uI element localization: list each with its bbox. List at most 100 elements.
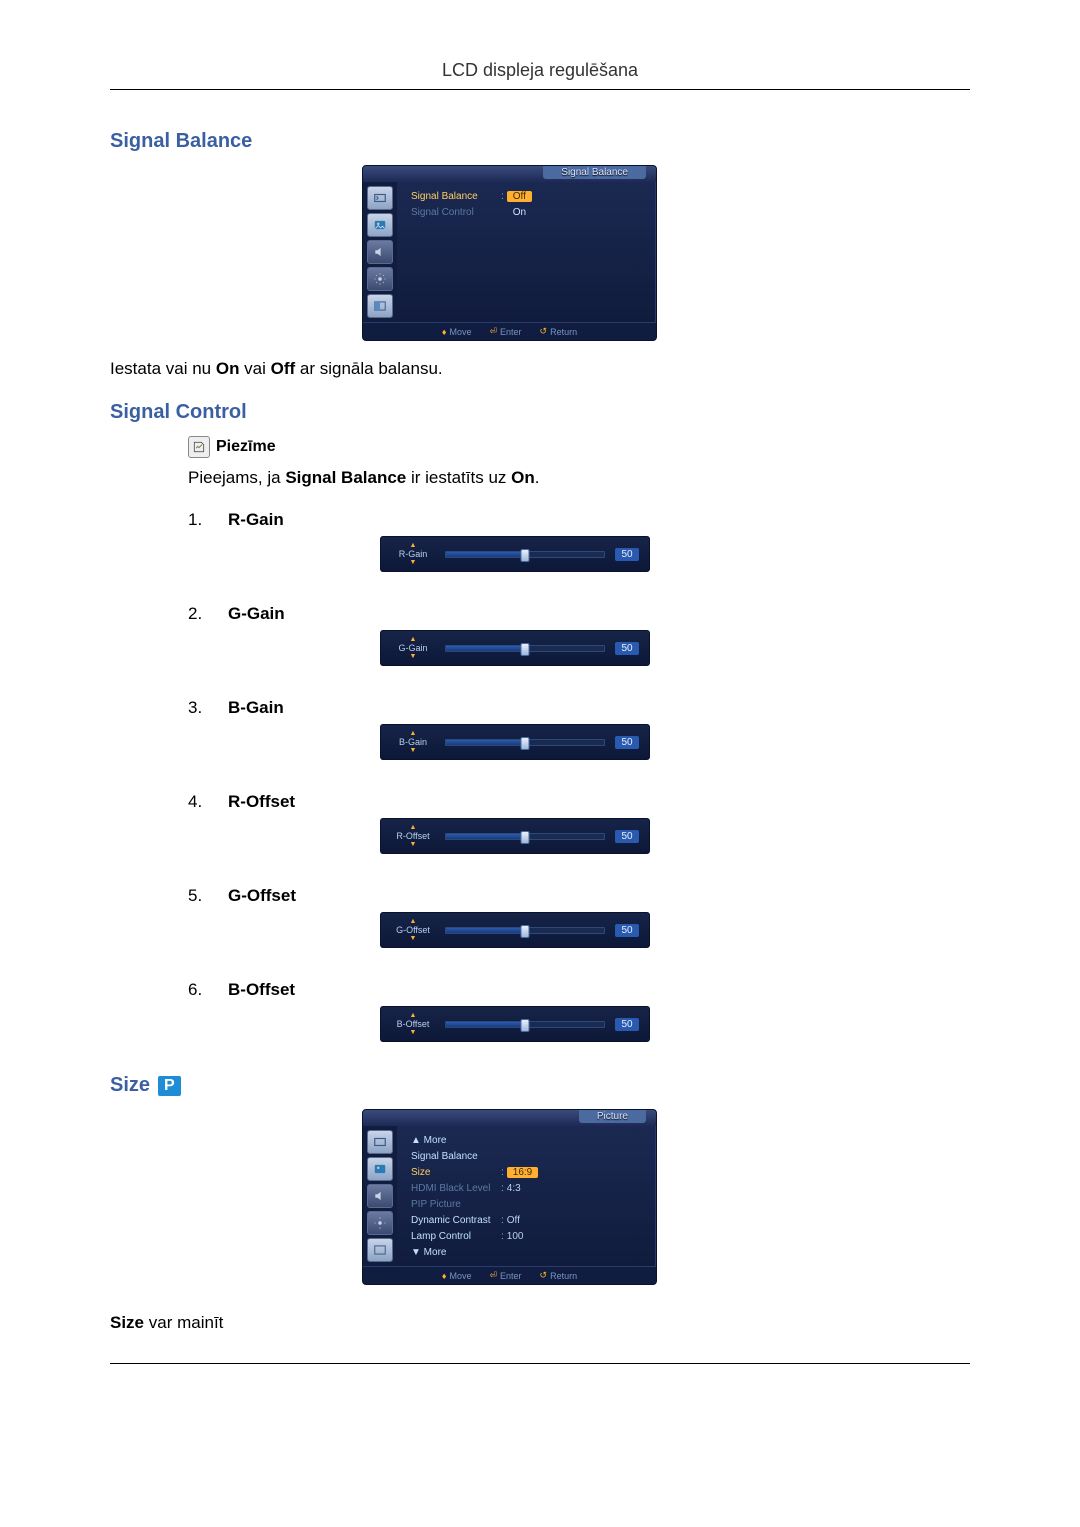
- list-number: 3.: [188, 698, 210, 718]
- slider-label-col: ▲B-Offset▼: [391, 1013, 435, 1036]
- option-on[interactable]: On: [507, 207, 532, 218]
- control-item-row: 1.R-Gain: [188, 510, 970, 530]
- slider-track[interactable]: [445, 551, 605, 558]
- slider-track[interactable]: [445, 833, 605, 840]
- osd-picture: Picture ▲ MoreSignal BalanceSize:16:9HDM…: [362, 1109, 657, 1285]
- osd-sidebar: [363, 182, 397, 322]
- slider-label: R-Gain: [399, 549, 428, 560]
- slider-fill: [446, 646, 525, 651]
- input-icon[interactable]: [367, 1130, 393, 1154]
- footer-move: ♦Move: [442, 1270, 472, 1281]
- osd-sidebar: [363, 1126, 397, 1266]
- osd-row[interactable]: PIP Picture: [411, 1196, 646, 1212]
- sound-icon[interactable]: [367, 1184, 393, 1208]
- osd-label: Signal Balance: [411, 1151, 501, 1162]
- osd-footer: ♦Move ⏎Enter ↺Return: [363, 322, 656, 340]
- down-arrow-icon: ▼: [410, 1030, 417, 1036]
- updown-icon: ♦: [442, 1271, 447, 1281]
- footer-move: ♦Move: [442, 326, 472, 337]
- note-label: Piezīme: [216, 438, 276, 456]
- slider-fill: [446, 552, 525, 557]
- osd-row[interactable]: HDMI Black Level:4:3: [411, 1180, 646, 1196]
- t: Pieejams, ja: [188, 468, 285, 487]
- control-item: 2.G-Gain▲G-Gain▼50: [188, 604, 970, 666]
- enter-icon: ⏎: [489, 1270, 497, 1281]
- updown-icon: ♦: [442, 327, 447, 337]
- osd-footer: ♦Move ⏎Enter ↺Return: [363, 1266, 656, 1284]
- osd-content: Signal Balance : Off Signal Control : On: [397, 182, 656, 322]
- osd-row-signal-control[interactable]: Signal Control : On: [411, 204, 646, 220]
- slider-label-col: ▲G-Offset▼: [391, 919, 435, 942]
- picture-icon[interactable]: [367, 1157, 393, 1181]
- osd-row[interactable]: Dynamic Contrast:Off: [411, 1212, 646, 1228]
- slider-value: 50: [615, 642, 639, 655]
- setup-icon[interactable]: [367, 267, 393, 291]
- input-icon[interactable]: [367, 186, 393, 210]
- slider-thumb[interactable]: [521, 831, 530, 844]
- osd-value: 4:3: [507, 1183, 521, 1194]
- slider-fill: [446, 740, 525, 745]
- osd-body: Signal Balance : Off Signal Control : On: [363, 182, 656, 322]
- footer-return: ↺Return: [540, 326, 578, 337]
- slider-thumb[interactable]: [521, 925, 530, 938]
- heading-signal-balance: Signal Balance: [110, 130, 970, 153]
- slider-value: 50: [615, 830, 639, 843]
- slider-panel: ▲R-Offset▼50: [380, 818, 650, 854]
- list-label: B-Offset: [228, 980, 295, 1000]
- down-arrow-icon: ▼: [410, 748, 417, 754]
- osd-row[interactable]: Lamp Control:100: [411, 1228, 646, 1244]
- slider-label-col: ▲G-Gain▼: [391, 637, 435, 660]
- note: Piezīme: [188, 436, 970, 458]
- slider-track[interactable]: [445, 927, 605, 934]
- slider-value: 50: [615, 924, 639, 937]
- colon: :: [501, 1215, 504, 1226]
- picture-icon[interactable]: [367, 213, 393, 237]
- t: var mainīt: [144, 1313, 223, 1332]
- more-label: ▲ More: [411, 1135, 501, 1146]
- osd-row[interactable]: Signal Balance: [411, 1148, 646, 1164]
- osd-row-signal-balance[interactable]: Signal Balance : Off: [411, 188, 646, 204]
- control-item-row: 5. G-Offset: [188, 886, 970, 906]
- slider-label: G-Offset: [396, 925, 430, 936]
- signal-control-body: Piezīme Pieejams, ja Signal Balance ir i…: [188, 436, 970, 1042]
- list-label: B-Gain: [228, 698, 284, 718]
- slider-track[interactable]: [445, 739, 605, 746]
- osd-label: HDMI Black Level: [411, 1183, 501, 1194]
- colon: :: [501, 191, 504, 202]
- osd-more-down[interactable]: ▼ More: [411, 1244, 646, 1260]
- control-list: 1.R-Gain▲R-Gain▼502.G-Gain▲G-Gain▼503.B-…: [188, 510, 970, 1042]
- sound-icon[interactable]: [367, 240, 393, 264]
- list-number: 6.: [188, 980, 210, 1000]
- more-label: ▼ More: [411, 1247, 501, 1258]
- heading-signal-control: Signal Control: [110, 401, 970, 424]
- picture-osd-wrap: Picture ▲ MoreSignal BalanceSize:16:9HDM…: [362, 1109, 970, 1285]
- control-item-row: 4.R-Offset: [188, 792, 970, 812]
- list-label: G-Offset: [228, 886, 296, 906]
- return-icon: ↺: [540, 1270, 548, 1281]
- list-number: 5.: [188, 886, 210, 906]
- down-arrow-icon: ▼: [410, 842, 417, 848]
- slider-thumb[interactable]: [521, 549, 530, 562]
- slider-thumb[interactable]: [521, 1019, 530, 1032]
- t: On: [511, 468, 535, 487]
- control-item: 5.G-Offset▲G-Offset▼50: [188, 886, 970, 948]
- osd-row[interactable]: Size:16:9: [411, 1164, 646, 1180]
- option-off[interactable]: Off: [507, 191, 532, 202]
- setup-icon[interactable]: [367, 1211, 393, 1235]
- size-desc: Size var mainīt: [110, 1313, 970, 1333]
- osd-more-up[interactable]: ▲ More: [411, 1132, 646, 1148]
- multi-icon[interactable]: [367, 294, 393, 318]
- list-label: G-Gain: [228, 604, 285, 624]
- slider-label: G-Gain: [398, 643, 427, 654]
- footer-enter: ⏎Enter: [489, 326, 521, 337]
- list-number: 1.: [188, 510, 210, 530]
- multi-icon[interactable]: [367, 1238, 393, 1262]
- slider-track[interactable]: [445, 1021, 605, 1028]
- slider-track[interactable]: [445, 645, 605, 652]
- slider-label: B-Offset: [397, 1019, 430, 1030]
- slider-fill: [446, 928, 525, 933]
- slider-thumb[interactable]: [521, 737, 530, 750]
- slider-thumb[interactable]: [521, 643, 530, 656]
- page-header: LCD displeja regulēšana: [110, 60, 970, 90]
- slider-panel-wrap: ▲R-Gain▼50: [380, 536, 970, 572]
